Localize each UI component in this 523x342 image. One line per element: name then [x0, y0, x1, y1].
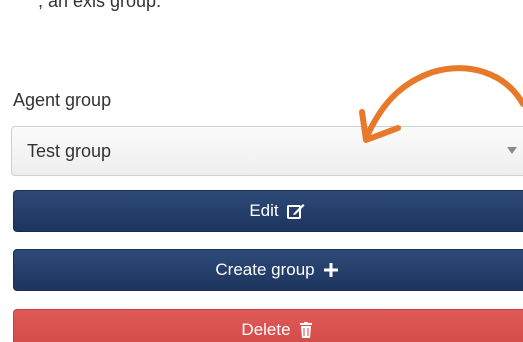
- agent-group-selected-value: Test group: [27, 141, 112, 161]
- delete-button-label: Delete: [241, 320, 291, 339]
- chevron-down-icon: [507, 147, 517, 154]
- agent-group-label: Agent group: [13, 90, 112, 110]
- create-group-button-label: Create group: [215, 260, 315, 279]
- cropped-caption: , an exis group.: [38, 0, 162, 11]
- edit-icon: [286, 203, 305, 219]
- agent-group-select[interactable]: Test group: [11, 126, 523, 176]
- edit-button[interactable]: Edit: [13, 190, 523, 232]
- trash-icon: [299, 322, 313, 338]
- delete-button[interactable]: Delete: [13, 309, 523, 342]
- plus-icon: [323, 262, 339, 278]
- create-group-button[interactable]: Create group: [13, 249, 523, 291]
- agent-group-panel: , an exis group. Agent group Test group …: [0, 0, 523, 342]
- edit-button-label: Edit: [249, 201, 279, 220]
